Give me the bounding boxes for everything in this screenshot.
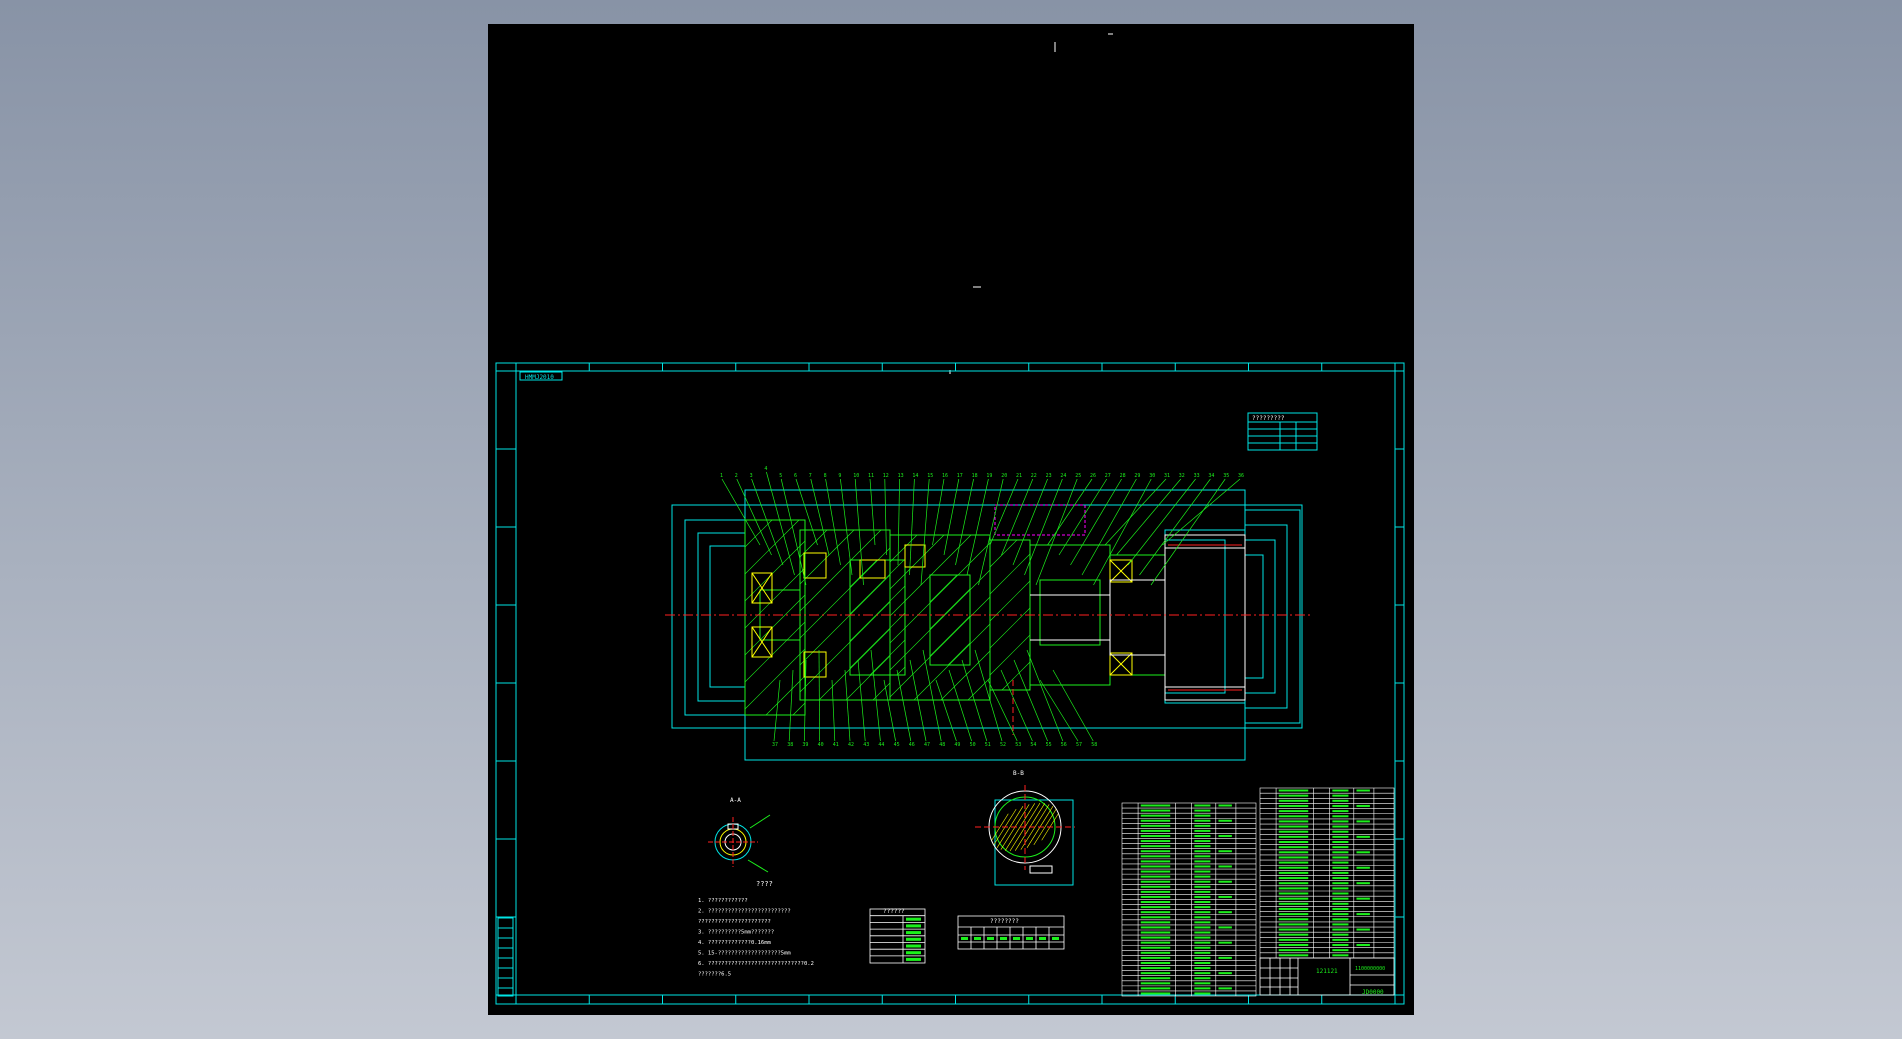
drum-red-lines <box>1168 544 1242 691</box>
section-view-a[interactable]: A-A ???? <box>708 797 773 888</box>
balloon-39: 39 <box>802 742 808 748</box>
note-line: 1. ???????????? <box>698 898 748 904</box>
balloon-9: 9 <box>838 473 841 479</box>
balloon-36: 36 <box>1238 473 1244 479</box>
balloon-13: 13 <box>898 473 904 479</box>
balloon-55: 55 <box>1046 742 1052 748</box>
section-b-label: B-B <box>1013 770 1024 777</box>
assembly-section-view[interactable]: 1 2 345 6 7 8 9 10 11 12 13 14 15 16 17 18 19 20 21 22 23 24 2… <box>665 466 1310 761</box>
technical-notes: 1. ???????????? 2. ??????????????????????… <box>698 898 814 978</box>
balloon-45: 45 <box>894 742 900 748</box>
balloon-22: 22 <box>1031 473 1037 479</box>
balloon-29: 29 <box>1134 473 1140 479</box>
note-line: ?????????????????????? <box>698 919 771 925</box>
balloon-15: 15 <box>927 473 933 479</box>
note-line: 6. ?????????????????????????????0.2 <box>698 961 814 967</box>
balloon-56: 56 <box>1061 742 1067 748</box>
stray-marks <box>949 33 1113 374</box>
revision-lines <box>498 927 513 989</box>
top-right-table-title: ????????? <box>1252 415 1285 422</box>
section-view-b[interactable]: B-B <box>975 770 1075 886</box>
balloon-58: 58 <box>1091 742 1097 748</box>
note-line: 5. 15-???????????????????5mm <box>698 951 791 957</box>
balloon-54: 54 <box>1030 742 1036 748</box>
balloon-50: 50 <box>970 742 976 748</box>
balloon-24: 24 <box>1060 473 1066 479</box>
balloon-23: 23 <box>1046 473 1052 479</box>
note-line: 2. ????????????????????????? <box>698 909 791 915</box>
balloon-26: 26 <box>1090 473 1096 479</box>
tech-table-2: ???????? <box>957 915 1065 950</box>
balloon-34: 34 <box>1208 473 1214 479</box>
balloon-4: 4 <box>764 466 767 472</box>
title-block: 121121 1100000000 JD0000 <box>1259 957 1395 996</box>
balloon-49: 49 <box>954 742 960 748</box>
cad-viewport[interactable]: HMMJ2010 ????????? 1 2 3 4 5 6 7 8 9 10 … <box>0 0 1902 1039</box>
balloon-30: 30 <box>1149 473 1155 479</box>
drawing-frame <box>495 362 1405 1005</box>
balloon-16: 16 <box>942 473 948 479</box>
balloon-32: 32 <box>1179 473 1185 479</box>
balloon-14: 14 <box>912 473 918 479</box>
balloon-48: 48 <box>939 742 945 748</box>
outer-frame <box>495 362 1405 1005</box>
note-line: ???????6.5 <box>698 972 731 978</box>
envelope-lines <box>671 489 1303 761</box>
balloon-8: 8 <box>824 473 827 479</box>
title-code: 121121 <box>1316 968 1338 975</box>
section-a-label: A-A <box>730 797 741 804</box>
balloon-3: 3 <box>750 473 753 479</box>
part-balloons-bottom: 37 38 39 40 41 42 43 44 45 46 47 48 49 50 51 52 53 54 55 56… <box>772 742 1097 748</box>
balloon-25: 25 <box>1075 473 1081 479</box>
view-a-title: ???? <box>756 880 773 888</box>
balloon-18: 18 <box>972 473 978 479</box>
balloon-52: 52 <box>1000 742 1006 748</box>
note-line: 3. ??????????5mm??????? <box>698 930 774 936</box>
balloon-40: 40 <box>818 742 824 748</box>
balloon-5: 5 <box>779 473 782 479</box>
bearings <box>751 544 1133 678</box>
balloon-47: 47 <box>924 742 930 748</box>
balloon-17: 17 <box>957 473 963 479</box>
balloon-27: 27 <box>1105 473 1111 479</box>
balloon-10: 10 <box>853 473 859 479</box>
balloon-31: 31 <box>1164 473 1170 479</box>
note-line: 4. ?????????????0.16mm <box>698 940 772 946</box>
balloon-21: 21 <box>1016 473 1022 479</box>
top-right-table: ????????? <box>1247 412 1318 451</box>
balloon-38: 38 <box>787 742 793 748</box>
balloon-53: 53 <box>1015 742 1021 748</box>
balloon-46: 46 <box>909 742 915 748</box>
balloon-19: 19 <box>986 473 992 479</box>
balloon-7: 7 <box>809 473 812 479</box>
balloon-51: 51 <box>985 742 991 748</box>
drawing-canvas[interactable]: HMMJ2010 ????????? 1 2 345 6 7 8 9 10 11… <box>0 0 1902 1039</box>
balloon-2: 2 <box>735 473 738 479</box>
balloon-57: 57 <box>1076 742 1082 748</box>
frame-ticks <box>496 363 1404 1004</box>
balloon-12: 12 <box>883 473 889 479</box>
tech-table-2-title: ???????? <box>990 918 1019 925</box>
drawing-number: JD0000 <box>1362 989 1384 996</box>
leader-lines-bottom <box>773 649 1094 742</box>
balloon-33: 33 <box>1194 473 1200 479</box>
balloon-44: 44 <box>878 742 884 748</box>
tech-table-1: ?????? <box>869 908 926 964</box>
balloon-43: 43 <box>863 742 869 748</box>
balloon-1: 1 <box>720 473 723 479</box>
balloon-35: 35 <box>1223 473 1229 479</box>
revision-strip <box>497 917 514 997</box>
balloon-6: 6 <box>794 473 797 479</box>
drawing-tag: HMMJ2010 <box>519 371 563 381</box>
balloon-41: 41 <box>833 742 839 748</box>
part-balloons-top: 1 2 345 6 7 8 9 10 11 12 13 14 15 16 17 18 19 20 21 22 23 24 2… <box>720 466 1244 479</box>
balloon-28: 28 <box>1120 473 1126 479</box>
code-cell: 1100000000 <box>1355 966 1385 972</box>
parts-list <box>1121 787 1395 997</box>
balloon-37: 37 <box>772 742 778 748</box>
balloon-20: 20 <box>1001 473 1007 479</box>
balloon-11: 11 <box>868 473 874 479</box>
balloon-42: 42 <box>848 742 854 748</box>
drawing-tag-text: HMMJ2010 <box>525 374 554 381</box>
